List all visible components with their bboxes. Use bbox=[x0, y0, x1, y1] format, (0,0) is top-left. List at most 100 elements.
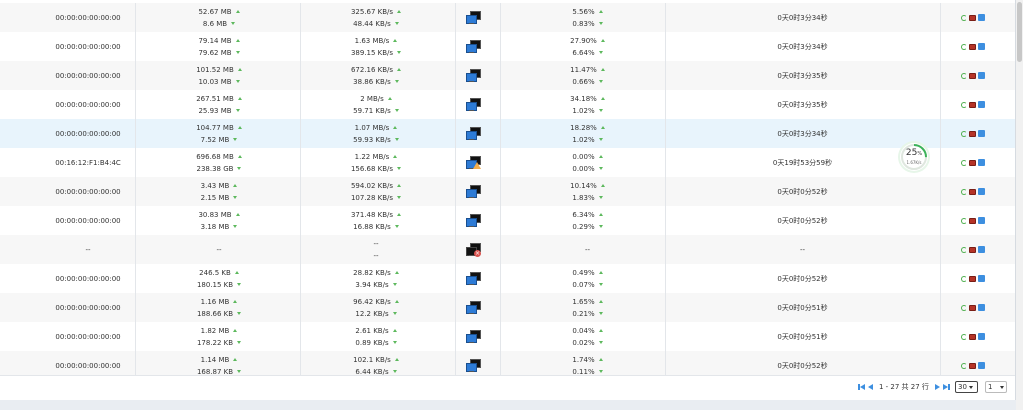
refresh-icon[interactable] bbox=[960, 14, 967, 21]
speed-value: 96.42 KB/s bbox=[353, 296, 399, 308]
edit-icon[interactable] bbox=[977, 246, 985, 253]
remote-screen-icon[interactable] bbox=[968, 101, 976, 108]
refresh-icon[interactable] bbox=[960, 275, 967, 282]
traffic-text: 1.16 MB bbox=[200, 297, 230, 306]
traffic-text: 30.83 MB bbox=[198, 210, 232, 219]
edit-icon[interactable] bbox=[977, 304, 985, 311]
edit-icon[interactable] bbox=[977, 72, 985, 79]
edit-icon[interactable] bbox=[977, 43, 985, 50]
cell-status bbox=[452, 3, 494, 32]
traffic-text: 79.62 MB bbox=[198, 48, 232, 57]
mac-address: 00:00:00:00:00:00 bbox=[55, 42, 121, 51]
cell-speed: 371.48 KB/s 16.88 KB/s bbox=[301, 206, 451, 235]
cell-actions bbox=[950, 32, 995, 61]
uptime: 0天0时0分52秒 bbox=[777, 361, 828, 370]
ratio-value: 18.28% bbox=[570, 122, 605, 134]
remote-screen-icon[interactable] bbox=[968, 217, 976, 224]
edit-icon[interactable] bbox=[977, 130, 985, 137]
cell-traffic: -- bbox=[144, 235, 294, 264]
column-divider bbox=[500, 264, 501, 293]
chevron-down-icon bbox=[1000, 385, 1005, 389]
page-number-select[interactable]: 1 bbox=[985, 381, 1007, 393]
traffic-text: 79.14 MB bbox=[198, 36, 232, 45]
refresh-icon[interactable] bbox=[960, 217, 967, 224]
download-arrow-icon bbox=[392, 283, 397, 286]
remote-screen-icon[interactable] bbox=[968, 72, 976, 79]
refresh-icon[interactable] bbox=[960, 159, 967, 166]
ratio-value: 1.02% bbox=[572, 105, 603, 117]
download-arrow-icon bbox=[233, 196, 238, 199]
mac-address: 00:00:00:00:00:00 bbox=[55, 361, 121, 370]
edit-icon[interactable] bbox=[977, 333, 985, 340]
page-size-select[interactable]: 30 bbox=[955, 381, 978, 393]
traffic-text: 180.15 KB bbox=[196, 280, 234, 289]
traffic-text: 104.77 MB bbox=[196, 123, 234, 132]
download-arrow-icon bbox=[394, 22, 399, 25]
traffic-text: 2.15 MB bbox=[200, 193, 230, 202]
prev-page-button[interactable] bbox=[868, 384, 873, 390]
remote-screen-icon[interactable] bbox=[968, 304, 976, 311]
monitor-stand bbox=[469, 313, 474, 314]
refresh-icon[interactable] bbox=[960, 304, 967, 311]
edit-icon[interactable] bbox=[977, 101, 985, 108]
refresh-icon[interactable] bbox=[960, 72, 967, 79]
cell-actions bbox=[950, 3, 995, 32]
edit-icon[interactable] bbox=[977, 217, 985, 224]
refresh-icon[interactable] bbox=[960, 188, 967, 195]
traffic-text: 7.52 MB bbox=[200, 135, 230, 144]
refresh-icon[interactable] bbox=[960, 246, 967, 253]
ratio-value: 0.04% bbox=[572, 325, 603, 337]
speed-value: 59.71 KB/s bbox=[353, 105, 399, 117]
cell-speed: 594.02 KB/s 107.28 KB/s bbox=[301, 177, 451, 206]
remote-screen-icon[interactable] bbox=[968, 43, 976, 50]
monitor-stand bbox=[469, 139, 474, 140]
ratio-text: 34.18% bbox=[570, 94, 597, 103]
cell-ratio: 0.04% 0.02% bbox=[510, 322, 665, 351]
traffic-value: 8.6 MB bbox=[203, 18, 236, 30]
speed-value: 594.02 KB/s bbox=[351, 180, 402, 192]
remote-screen-icon[interactable] bbox=[968, 188, 976, 195]
ratio-value: -- bbox=[585, 244, 590, 256]
refresh-icon[interactable] bbox=[960, 362, 967, 369]
edit-icon[interactable] bbox=[977, 275, 985, 282]
remote-screen-icon[interactable] bbox=[968, 333, 976, 340]
edit-icon[interactable] bbox=[977, 188, 985, 195]
column-divider bbox=[500, 61, 501, 90]
column-divider bbox=[500, 32, 501, 61]
remote-screen-icon[interactable] bbox=[968, 246, 976, 253]
edit-icon[interactable] bbox=[977, 14, 985, 21]
refresh-icon[interactable] bbox=[960, 101, 967, 108]
monitor-stand bbox=[469, 255, 474, 256]
ratio-value: 10.14% bbox=[570, 180, 605, 192]
ratio-text: 0.49% bbox=[572, 268, 595, 277]
monitor-stand bbox=[469, 371, 474, 372]
upload-arrow-icon bbox=[598, 300, 603, 303]
remote-screen-icon[interactable] bbox=[968, 275, 976, 282]
last-page-button[interactable] bbox=[942, 384, 950, 390]
cell-uptime: 0天0时3分34秒 bbox=[665, 32, 940, 61]
row-actions bbox=[960, 246, 985, 253]
remote-screen-icon[interactable] bbox=[968, 14, 976, 21]
upload-arrow-icon bbox=[394, 271, 399, 274]
scrollbar[interactable] bbox=[1016, 0, 1023, 410]
speed-text: 38.86 KB/s bbox=[353, 77, 391, 86]
refresh-icon[interactable] bbox=[960, 130, 967, 137]
first-page-button[interactable] bbox=[858, 384, 865, 390]
remote-screen-icon[interactable] bbox=[968, 130, 976, 137]
download-arrow-icon bbox=[598, 312, 603, 315]
edit-icon[interactable] bbox=[977, 362, 985, 369]
upload-arrow-icon bbox=[235, 39, 240, 42]
speed-value: 2.61 KB/s bbox=[355, 325, 397, 337]
row-actions bbox=[960, 333, 985, 340]
refresh-icon[interactable] bbox=[960, 43, 967, 50]
ratio-value: 0.00% bbox=[572, 163, 603, 175]
edit-icon[interactable] bbox=[977, 159, 985, 166]
remote-screen-icon[interactable] bbox=[968, 159, 976, 166]
cell-status bbox=[452, 61, 494, 90]
device-table: 00:00:00:00:00:00 52.67 MB 8.6 MB 325.67 KB… bbox=[0, 0, 1016, 400]
ratio-value: 6.34% bbox=[572, 209, 603, 221]
remote-screen-icon[interactable] bbox=[968, 362, 976, 369]
refresh-icon[interactable] bbox=[960, 333, 967, 340]
scroll-thumb[interactable] bbox=[1017, 2, 1022, 62]
next-page-button[interactable] bbox=[934, 384, 940, 390]
